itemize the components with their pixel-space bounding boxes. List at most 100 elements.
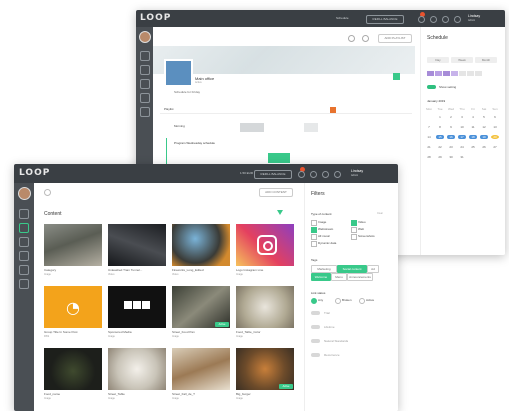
calendar-day[interactable]: 15 bbox=[436, 135, 444, 139]
calendar-day[interactable]: 10 bbox=[458, 125, 466, 129]
tag-chip[interactable]: Announcements bbox=[347, 273, 373, 281]
calendar-day[interactable]: 22 bbox=[436, 145, 444, 149]
filter-toggle[interactable] bbox=[311, 353, 320, 357]
content-item[interactable]: Active bbox=[172, 286, 230, 328]
calendar-day[interactable]: 19 bbox=[480, 135, 488, 139]
tag-chip[interactable]: Menu bbox=[331, 273, 347, 281]
calendar-day[interactable]: 18 bbox=[469, 135, 477, 139]
settings-icon[interactable] bbox=[418, 16, 425, 23]
show-setting-toggle[interactable] bbox=[427, 85, 436, 89]
settings-icon[interactable] bbox=[298, 171, 305, 178]
calendar-day[interactable]: 20 bbox=[491, 135, 499, 139]
avatar[interactable] bbox=[18, 187, 31, 200]
grid-icon[interactable] bbox=[322, 171, 329, 178]
calendar-day[interactable]: 26 bbox=[480, 145, 488, 149]
tab-day[interactable]: Day bbox=[427, 57, 449, 63]
timeline-active-block[interactable] bbox=[268, 153, 290, 163]
filter-toggle[interactable] bbox=[311, 311, 320, 315]
calendar-day[interactable]: 17 bbox=[458, 135, 466, 139]
calendar-day[interactable]: 16 bbox=[447, 135, 455, 139]
tag-chip[interactable]: Social content bbox=[337, 265, 367, 273]
sidebar-item-screens[interactable] bbox=[140, 93, 150, 103]
refill-balance-button[interactable]: REFILL BALANCE bbox=[366, 15, 404, 24]
type-checkbox[interactable] bbox=[311, 241, 317, 247]
content-item[interactable]: ◔ bbox=[44, 286, 102, 328]
refill-balance-button[interactable]: REFILL BALANCE bbox=[254, 170, 292, 179]
calendar-day[interactable]: 25 bbox=[469, 145, 477, 149]
type-checkbox[interactable] bbox=[311, 234, 317, 240]
content-item[interactable] bbox=[108, 286, 166, 328]
link-status-radio[interactable] bbox=[335, 298, 341, 304]
calendar-day[interactable]: 7 bbox=[425, 125, 433, 129]
calendar-day[interactable]: 9 bbox=[447, 125, 455, 129]
sidebar-item-content[interactable] bbox=[19, 209, 29, 219]
avatar[interactable] bbox=[139, 31, 151, 43]
calendar-day[interactable]: 29 bbox=[436, 155, 444, 159]
calendar-day[interactable]: 11 bbox=[469, 125, 477, 129]
content-item[interactable] bbox=[44, 224, 102, 266]
type-checkbox[interactable] bbox=[311, 220, 317, 226]
content-item[interactable] bbox=[236, 286, 294, 328]
tag-chip[interactable]: Ad bbox=[367, 265, 379, 273]
sidebar-item-screens[interactable] bbox=[19, 251, 29, 261]
content-item[interactable] bbox=[236, 224, 294, 266]
sidebar-item-schedule[interactable] bbox=[140, 79, 150, 89]
timeline-block[interactable] bbox=[240, 123, 264, 132]
tag-chip[interactable]: Marketing bbox=[311, 265, 337, 273]
calendar-day[interactable]: 6 bbox=[491, 115, 499, 119]
tab-week[interactable]: Week bbox=[451, 57, 473, 63]
content-item[interactable] bbox=[172, 348, 230, 390]
sidebar-item-reports[interactable] bbox=[19, 265, 29, 275]
help-icon[interactable] bbox=[430, 16, 437, 23]
type-checkbox[interactable] bbox=[351, 220, 357, 226]
calendar-day[interactable]: 2 bbox=[447, 115, 455, 119]
grid-icon[interactable] bbox=[442, 16, 449, 23]
add-playlist-button[interactable]: ADD PLAYLIST bbox=[378, 34, 412, 43]
grid-view-icon[interactable] bbox=[362, 35, 369, 42]
sidebar-item-playlists[interactable] bbox=[140, 65, 150, 75]
link-status-radio[interactable] bbox=[359, 298, 365, 304]
type-checkbox[interactable] bbox=[351, 227, 357, 233]
calendar-day[interactable]: 1 bbox=[436, 115, 444, 119]
sidebar-item-schedule[interactable] bbox=[19, 237, 29, 247]
clear-filters-link[interactable]: Clear bbox=[377, 212, 383, 215]
calendar-day[interactable]: 28 bbox=[425, 155, 433, 159]
type-checkbox[interactable] bbox=[311, 227, 317, 233]
tab-month[interactable]: Month bbox=[475, 57, 497, 63]
calendar-day[interactable]: 14 bbox=[425, 135, 433, 139]
type-checkbox[interactable] bbox=[351, 234, 357, 240]
timeline-block[interactable] bbox=[304, 123, 318, 132]
user-name[interactable]: Lindsay bbox=[351, 169, 363, 173]
calendar-day[interactable]: 12 bbox=[480, 125, 488, 129]
calendar-day[interactable]: 23 bbox=[447, 145, 455, 149]
add-content-button[interactable]: ADD CONTENT bbox=[259, 188, 293, 197]
content-item[interactable] bbox=[44, 348, 102, 390]
user-name[interactable]: Lindsay bbox=[468, 14, 480, 18]
filter-toggle[interactable] bbox=[311, 339, 320, 343]
sidebar-item-settings[interactable] bbox=[19, 279, 29, 289]
info-icon[interactable] bbox=[454, 16, 461, 23]
info-icon[interactable] bbox=[334, 171, 341, 178]
filter-toggle[interactable] bbox=[311, 325, 320, 329]
content-item[interactable] bbox=[108, 224, 166, 266]
sidebar-item-playlists[interactable] bbox=[19, 223, 29, 233]
calendar-day[interactable]: 27 bbox=[491, 145, 499, 149]
calendar-day[interactable]: 21 bbox=[425, 145, 433, 149]
list-view-icon[interactable] bbox=[348, 35, 355, 42]
calendar-day[interactable]: 30 bbox=[447, 155, 455, 159]
link-status-radio[interactable] bbox=[311, 298, 317, 304]
filter-icon[interactable] bbox=[277, 210, 283, 215]
calendar-day[interactable]: 3 bbox=[458, 115, 466, 119]
content-item[interactable]: Active bbox=[236, 348, 294, 390]
calendar-day[interactable]: 24 bbox=[458, 145, 466, 149]
tag-chip[interactable]: Welcome bbox=[311, 273, 331, 281]
calendar-day[interactable]: 4 bbox=[469, 115, 477, 119]
calendar-day[interactable]: 31 bbox=[458, 155, 466, 159]
help-icon[interactable] bbox=[310, 171, 317, 178]
content-item[interactable] bbox=[172, 224, 230, 266]
search-icon[interactable] bbox=[44, 189, 51, 196]
sidebar-item-content[interactable] bbox=[140, 51, 150, 61]
content-item[interactable] bbox=[108, 348, 166, 390]
sidebar-item-reports[interactable] bbox=[140, 107, 150, 117]
calendar-day[interactable]: 13 bbox=[491, 125, 499, 129]
